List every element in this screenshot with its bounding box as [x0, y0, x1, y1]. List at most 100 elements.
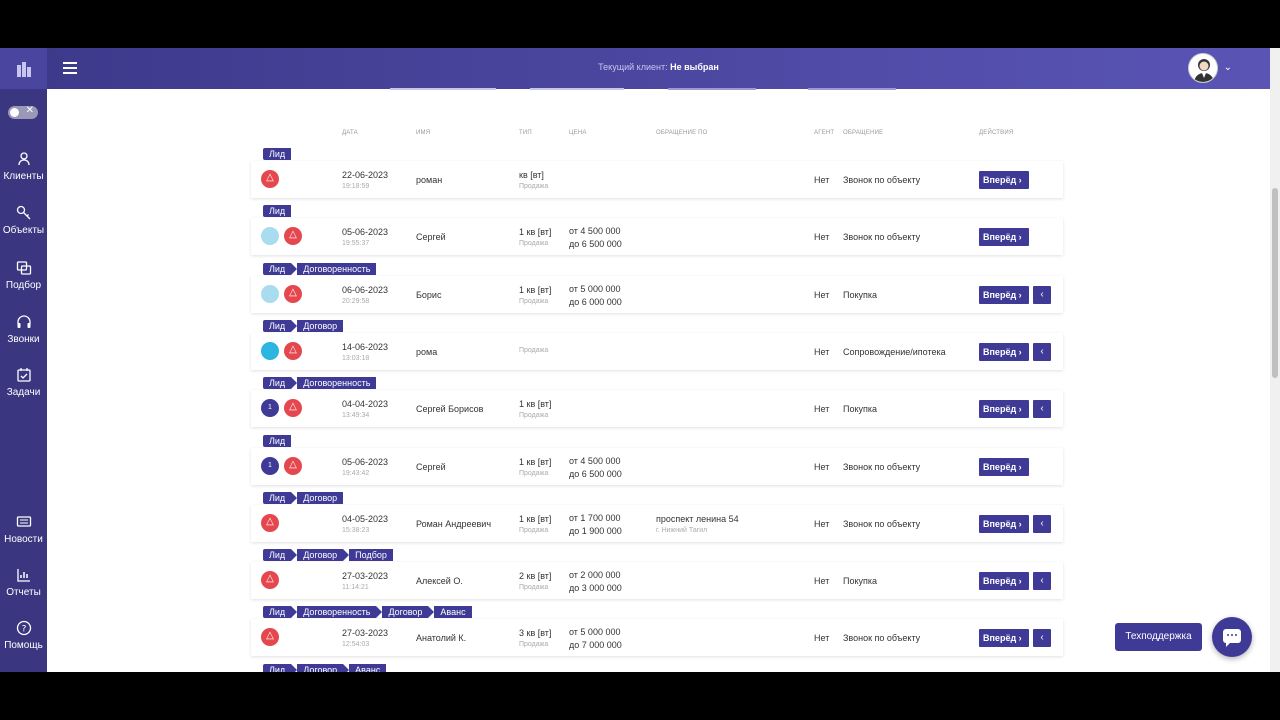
stage-pipeline: Лид	[263, 205, 297, 218]
forward-button[interactable]: Вперёд ›	[979, 457, 1029, 476]
alert-icon[interactable]	[284, 456, 302, 475]
stage-chip[interactable]: Лид	[263, 663, 298, 672]
price-cell: от 4 500 000 до 6 500 000	[569, 455, 622, 481]
stage-chip[interactable]: Подбор	[349, 549, 393, 562]
table-row[interactable]: 06-06-2023 20:29:58 Борис 1 кв [вт] Продажа о…	[251, 275, 1063, 313]
sidebar-item-objects[interactable]: Объекты	[0, 205, 47, 236]
stage-chip[interactable]: Лид	[263, 262, 298, 275]
header-request: ОБРАЩЕНИЕ ПО	[656, 130, 708, 136]
agent-cell: Нет	[814, 461, 830, 472]
back-button[interactable]: ‹	[1033, 400, 1051, 419]
alert-icon[interactable]	[261, 513, 279, 532]
sidebar-item-selection[interactable]: Подбор	[0, 260, 47, 291]
back-button[interactable]: ‹	[1033, 342, 1051, 361]
table-row[interactable]: 1 05-06-2023 19:43:42 Сергей 1 кв [вт] Продаж…	[251, 447, 1063, 485]
stage-chip[interactable]: Лид	[263, 434, 292, 447]
name-cell[interactable]: рома	[416, 347, 437, 357]
stage-chip[interactable]: Лид	[263, 205, 292, 218]
stage-chip[interactable]: Лид	[263, 148, 292, 160]
stage-chip[interactable]: Договоренность	[297, 262, 377, 275]
stage-chip[interactable]: Договор	[297, 491, 344, 504]
back-button[interactable]: ‹	[1033, 572, 1051, 591]
sidebar-item-clients[interactable]: Клиенты	[0, 151, 47, 182]
forward-button[interactable]: Вперёд ›	[979, 342, 1029, 361]
support-button[interactable]: Техподдержка	[1115, 623, 1202, 651]
stage-chip[interactable]: Аванс	[434, 606, 472, 619]
forward-button[interactable]: Вперёд ›	[979, 629, 1029, 648]
tab-indicator	[668, 88, 756, 90]
name-cell[interactable]: Сергей	[416, 232, 446, 242]
stage-chip[interactable]: Лид	[263, 606, 298, 619]
table-row[interactable]: 05-06-2023 19:55:37 Сергей 1 кв [вт] Продажа…	[251, 218, 1063, 256]
sidebar-item-label: Помощь	[4, 640, 43, 651]
theme-toggle[interactable]: ✕	[8, 105, 38, 119]
name-cell[interactable]: Сергей Борисов	[416, 404, 483, 414]
name-cell[interactable]: Роман Андреевич	[416, 519, 491, 529]
time-value: 12:54:03	[342, 641, 370, 649]
name-cell[interactable]: Анатолий К.	[416, 633, 466, 643]
table-row[interactable]: 04-05-2023 15:38:23 Роман Андреевич 1 кв [в…	[251, 504, 1063, 542]
forward-button[interactable]: Вперёд ›	[979, 514, 1029, 533]
count-badge[interactable]: 1	[261, 456, 279, 475]
stage-chip[interactable]: Договор	[382, 606, 435, 619]
chat-button[interactable]	[1212, 617, 1252, 657]
forward-button[interactable]: Вперёд ›	[979, 572, 1029, 591]
sidebar-item-calls[interactable]: Звонки	[0, 314, 47, 345]
sidebar-item-tasks[interactable]: Задачи	[0, 367, 47, 398]
name-cell[interactable]: Сергей	[416, 462, 446, 472]
scrollbar-thumb[interactable]	[1272, 188, 1278, 378]
agent-cell: Нет	[814, 346, 830, 357]
chevron-down-icon[interactable]: ⌄	[1224, 62, 1232, 73]
alert-icon[interactable]	[284, 284, 302, 303]
current-client-label: Текущий клиент:	[598, 62, 668, 72]
back-button[interactable]: ‹	[1033, 285, 1051, 304]
status-dot[interactable]	[261, 341, 279, 360]
alert-icon[interactable]	[261, 571, 279, 590]
headset-icon	[16, 315, 31, 328]
back-button[interactable]: ‹	[1033, 514, 1051, 533]
sidebar-item-reports[interactable]: Отчеты	[0, 567, 47, 598]
stage-chip[interactable]: Лид	[263, 491, 298, 504]
name-cell[interactable]: Борис	[416, 290, 441, 300]
sidebar-item-news[interactable]: Новости	[0, 514, 47, 545]
table-row[interactable]: 27-03-2023 11:14:21 Алексей О. 2 кв [вт] Про…	[251, 562, 1063, 600]
price-from: от 4 500 000	[569, 226, 621, 237]
logo[interactable]	[0, 48, 47, 89]
date-value: 14-06-2023	[342, 341, 389, 352]
table-row[interactable]: 22-06-2023 19:18:59 роман кв [вт] Продажа Нет…	[251, 161, 1063, 198]
stage-chip[interactable]: Лид	[263, 377, 298, 390]
avatar[interactable]	[1188, 53, 1218, 83]
forward-button[interactable]: Вперёд ›	[979, 400, 1029, 419]
alert-icon[interactable]	[284, 227, 302, 246]
stage-chip[interactable]: Договоренность	[297, 606, 383, 619]
table-row[interactable]: 14-06-2023 13:03:18 рома Продажа Нет Сопровож…	[251, 332, 1063, 370]
alert-icon[interactable]	[261, 170, 279, 188]
price-from: от 2 000 000	[569, 570, 621, 581]
alert-icon[interactable]	[284, 399, 302, 418]
stage-chip[interactable]: Договор	[297, 663, 350, 672]
alert-icon[interactable]	[284, 341, 302, 360]
name-cell[interactable]: роман	[416, 175, 442, 185]
alert-icon[interactable]	[261, 628, 279, 647]
stage-chip[interactable]: Договор	[297, 319, 344, 332]
type-value: 2 кв [вт]	[519, 571, 552, 582]
status-dot[interactable]	[261, 227, 279, 246]
scrollbar[interactable]	[1270, 48, 1280, 672]
table-row[interactable]: 1 04-04-2023 13:49:34 Сергей Борисов 1 кв [в…	[251, 390, 1063, 428]
forward-button[interactable]: Вперёд ›	[979, 171, 1029, 189]
sidebar-item-help[interactable]: ? Помощь	[0, 620, 47, 651]
forward-button[interactable]: Вперёд ›	[979, 285, 1029, 304]
count-badge[interactable]: 1	[261, 399, 279, 418]
back-button[interactable]: ‹	[1033, 629, 1051, 648]
date-value: 22-06-2023	[342, 170, 389, 180]
stage-chip[interactable]: Аванс	[349, 663, 387, 672]
stage-chip[interactable]: Лид	[263, 549, 298, 562]
stage-chip[interactable]: Договоренность	[297, 377, 377, 390]
stage-chip[interactable]: Договор	[297, 549, 350, 562]
status-dot[interactable]	[261, 284, 279, 303]
table-row[interactable]: 27-03-2023 12:54:03 Анатолий К. 3 кв [вт] Пр…	[251, 619, 1063, 657]
price-cell: от 1 700 000 до 1 900 000	[569, 512, 622, 538]
stage-chip[interactable]: Лид	[263, 319, 298, 332]
forward-button[interactable]: Вперёд ›	[979, 228, 1029, 247]
name-cell[interactable]: Алексей О.	[416, 576, 463, 586]
